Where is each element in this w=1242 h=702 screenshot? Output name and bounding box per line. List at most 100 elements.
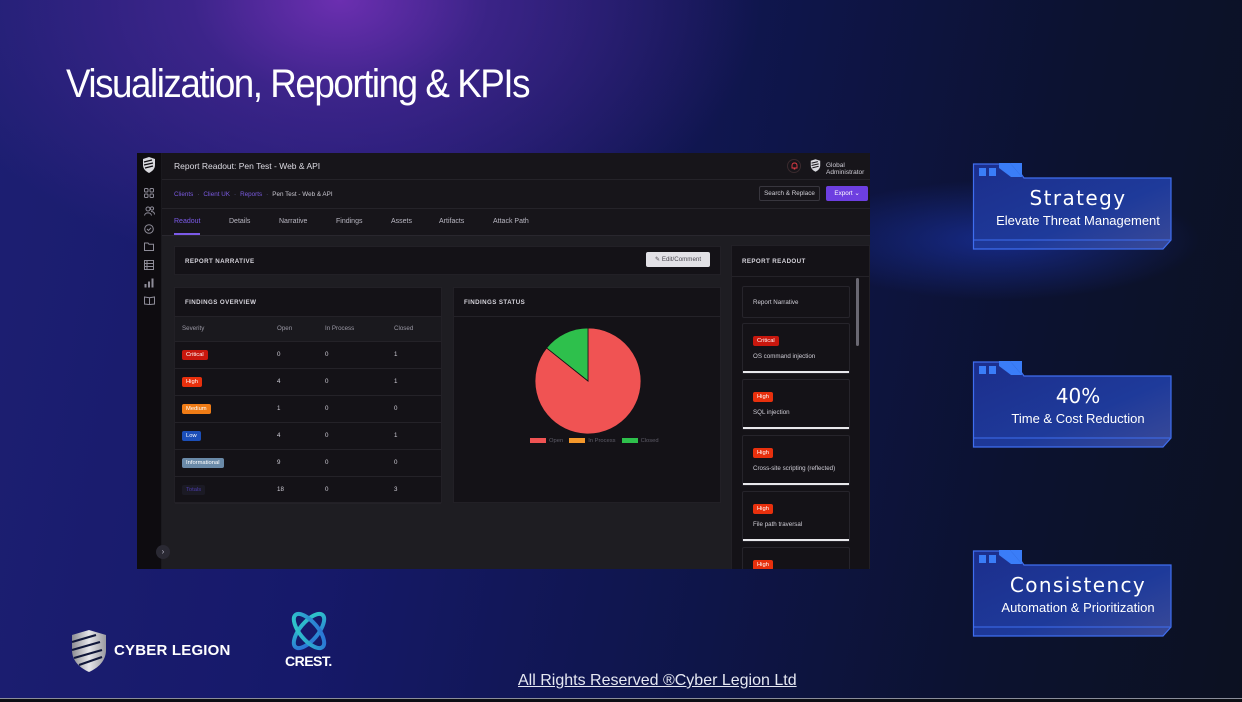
- user-avatar-shield-icon[interactable]: [810, 159, 821, 172]
- kpi-card-reduction: 40% Time & Cost Reduction: [972, 358, 1172, 448]
- kpi-card-strategy: Strategy Elevate Threat Management: [972, 160, 1172, 250]
- item-underline: [743, 539, 849, 541]
- crest-logo-text: CREST.: [285, 653, 332, 669]
- pencil-icon: ✎: [654, 256, 661, 263]
- in-process-count: 0: [318, 476, 387, 504]
- in-process-count: 0: [318, 449, 387, 477]
- open-count: 1: [270, 395, 318, 423]
- bottom-divider: [0, 698, 1242, 702]
- readout-finding-item[interactable]: High File path traversal: [742, 491, 850, 542]
- footer-copyright-link[interactable]: All Rights Reserved ®Cyber Legion Ltd: [518, 672, 797, 690]
- tab-bar: Readout Details Narrative Findings Asset…: [162, 209, 870, 236]
- list-icon[interactable]: [143, 260, 155, 272]
- table-row: High 4 0 1: [175, 368, 441, 396]
- export-label: Export: [834, 190, 853, 197]
- col-in-process: In Process: [318, 317, 387, 342]
- notification-bell-icon[interactable]: [787, 159, 801, 173]
- bar-chart-icon[interactable]: [143, 278, 155, 290]
- edit-comment-label: Edit/Comment: [661, 256, 702, 263]
- edit-comment-button[interactable]: ✎ Edit/Comment: [646, 252, 710, 267]
- in-process-count: 0: [318, 341, 387, 369]
- legend-label[interactable]: Closed: [641, 438, 659, 444]
- item-underline: [743, 371, 849, 373]
- report-narrative-card: REPORT NARRATIVE ✎ Edit/Comment: [174, 246, 721, 275]
- closed-count: 1: [387, 368, 441, 396]
- breadcrumb-client-uk[interactable]: Client UK: [203, 191, 230, 198]
- tab-artifacts[interactable]: Artifacts: [439, 218, 464, 225]
- severity-cell: Medium: [175, 395, 270, 423]
- severity-badge: Low: [182, 430, 201, 441]
- tab-attack-path[interactable]: Attack Path: [493, 218, 529, 225]
- search-replace-button[interactable]: Search & Replace: [759, 186, 820, 201]
- severity-badge: High: [182, 376, 202, 387]
- export-button[interactable]: Export ⌄: [826, 186, 868, 201]
- top-bar: Report Readout: Pen Test - Web & API Glo…: [162, 153, 870, 180]
- breadcrumb: Clients · Client UK · Reports · Pen Test - Web…: [174, 191, 333, 198]
- open-count: 4: [270, 368, 318, 396]
- item-underline: [743, 427, 849, 429]
- open-count: 0: [270, 341, 318, 369]
- findings-status-pie-chart: [534, 327, 642, 435]
- slide-title: Visualization, Reporting & KPIs: [66, 62, 531, 106]
- closed-count: 3: [387, 476, 441, 504]
- report-readout-title: REPORT READOUT: [742, 258, 806, 265]
- page-title: Report Readout: Pen Test - Web & API: [174, 161, 321, 171]
- tab-assets[interactable]: Assets: [391, 218, 412, 225]
- kpi-subtitle: Time & Cost Reduction: [1011, 411, 1145, 426]
- in-process-count: 0: [318, 395, 387, 423]
- severity-badge: Informational: [182, 457, 224, 468]
- sidebar-rail: ›: [137, 153, 170, 569]
- closed-count: 0: [387, 449, 441, 477]
- legend-label[interactable]: In Process: [588, 438, 615, 444]
- table-row: Low 4 0 1: [175, 422, 441, 450]
- kpi-title: 40%: [1055, 384, 1101, 408]
- legend-swatch: [621, 438, 638, 443]
- severity-cell: Informational: [175, 449, 270, 477]
- tab-details[interactable]: Details: [229, 218, 250, 225]
- user-menu[interactable]: Global Administrator: [826, 162, 870, 176]
- table-header-row: Severity Open In Process Closed: [175, 317, 441, 342]
- readout-finding-item[interactable]: Critical OS command injection: [742, 323, 850, 374]
- table-row: Informational 9 0 0: [175, 449, 441, 477]
- readout-finding-item[interactable]: High: [742, 547, 850, 569]
- readout-finding-item[interactable]: High SQL injection: [742, 379, 850, 430]
- expand-sidebar-button[interactable]: ›: [156, 545, 170, 559]
- cyber-legion-shield-logo: [71, 630, 106, 672]
- severity-badge: High: [753, 392, 773, 402]
- tab-readout[interactable]: Readout: [174, 218, 201, 235]
- shield-logo-icon: [143, 157, 155, 173]
- severity-badge: Medium: [182, 403, 211, 414]
- severity-badge: Critical: [753, 336, 779, 346]
- readout-narrative-item[interactable]: Report Narrative: [742, 286, 850, 318]
- readout-scrollbar[interactable]: [856, 278, 859, 346]
- legend-swatch: [569, 438, 586, 443]
- book-icon[interactable]: [143, 296, 155, 308]
- col-severity: Severity: [175, 317, 270, 342]
- legend-label[interactable]: Open: [549, 438, 563, 444]
- severity-badge: High: [753, 504, 773, 514]
- table-row: Critical 0 0 1: [175, 341, 441, 369]
- dashboard-icon[interactable]: [143, 188, 155, 200]
- breadcrumb-reports[interactable]: Reports: [240, 191, 262, 198]
- tab-findings[interactable]: Findings: [336, 218, 362, 225]
- closed-count: 1: [387, 341, 441, 369]
- users-icon[interactable]: [143, 206, 155, 218]
- tab-narrative[interactable]: Narrative: [279, 218, 307, 225]
- severity-badge: Critical: [182, 349, 208, 360]
- in-process-count: 0: [318, 368, 387, 396]
- in-process-count: 0: [318, 422, 387, 450]
- findings-overview-title: FINDINGS OVERVIEW: [185, 299, 257, 306]
- open-count: 18: [270, 476, 318, 504]
- table-row: Medium 1 0 0: [175, 395, 441, 423]
- check-circle-icon[interactable]: [143, 224, 155, 236]
- breadcrumb-current: Pen Test - Web & API: [272, 191, 333, 198]
- readout-item-text: Cross-site scripting (reflected): [753, 465, 836, 472]
- closed-count: 1: [387, 422, 441, 450]
- folder-icon[interactable]: [143, 242, 155, 254]
- closed-count: 0: [387, 395, 441, 423]
- severity-cell: Low: [175, 422, 270, 450]
- kpi-card-consistency: Consistency Automation & Prioritization: [972, 547, 1172, 637]
- readout-finding-item[interactable]: High Cross-site scripting (reflected): [742, 435, 850, 486]
- breadcrumb-clients[interactable]: Clients: [174, 191, 193, 198]
- findings-status-title: FINDINGS STATUS: [464, 299, 526, 306]
